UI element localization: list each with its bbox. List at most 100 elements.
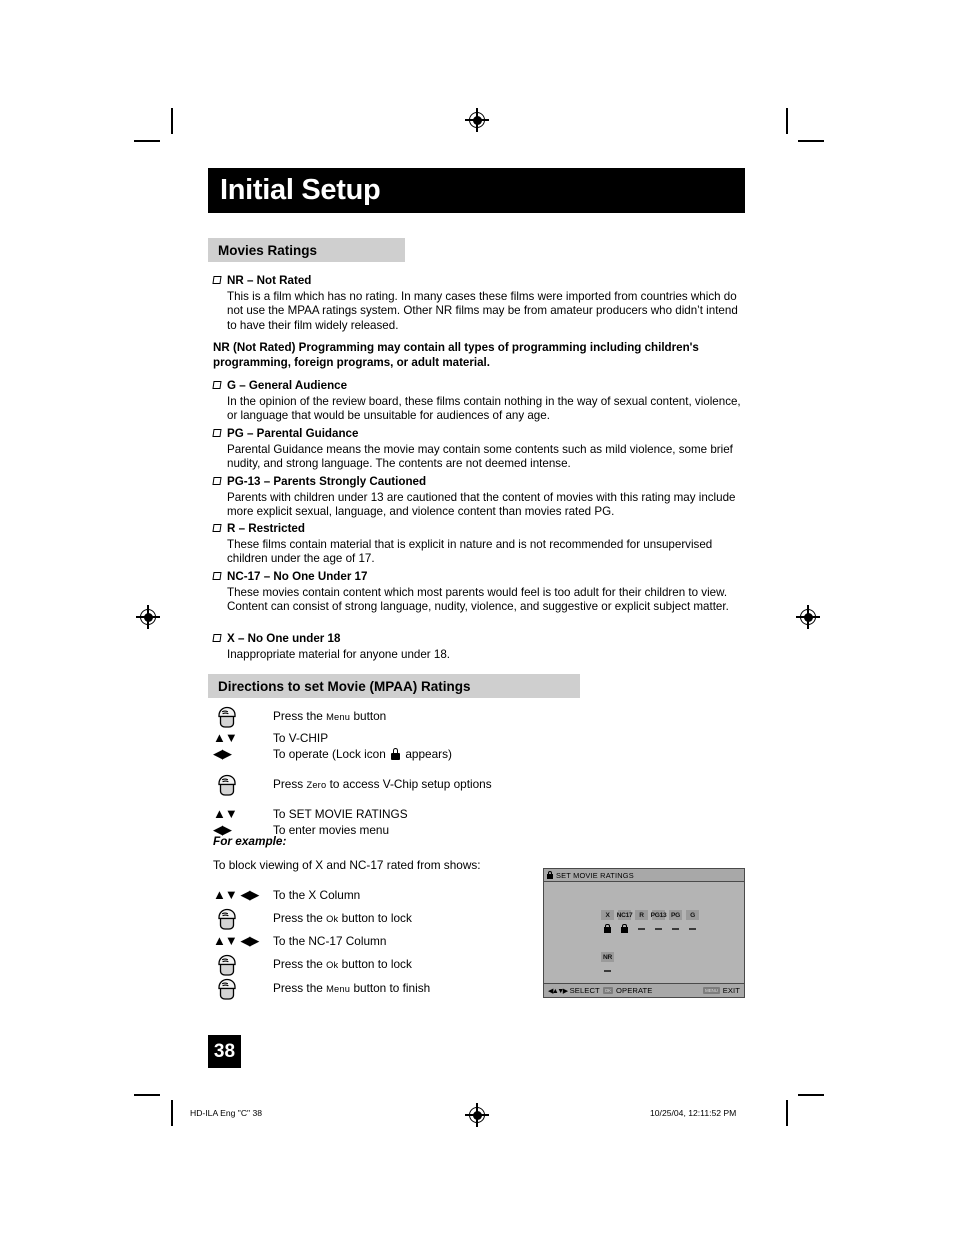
direction-row-press-menu: Press the Menu button [213, 703, 643, 731]
osd-title-text: SET MOVIE RATINGS [556, 870, 634, 880]
rating-title-text: R – Restricted [227, 522, 305, 535]
osd-state-pg[interactable] [669, 923, 682, 934]
direction-text: To V-CHIP [273, 731, 329, 745]
crop-mark-top-left-h [134, 140, 160, 142]
triangle-up-icon: ▲ [213, 887, 226, 902]
direction-text-post: to access V-Chip setup options [326, 777, 492, 791]
triangle-down-icon: ▼ [224, 806, 238, 821]
rating-item-title: NC-17 – No One Under 17 [212, 570, 742, 585]
rating-item-title: X – No One under 18 [212, 632, 742, 647]
rating-item-x: X – No One under 18 Inappropriate materi… [212, 632, 742, 662]
osd-body: X NC17 R PG13 PG G NR [544, 882, 744, 983]
osd-rating-columns-row: X NC17 R PG13 PG G [601, 910, 699, 920]
triangle-right-icon: ▶ [249, 887, 259, 902]
lock-icon [547, 871, 553, 879]
osd-footer-select-label: SELECT [569, 986, 600, 995]
osd-state-g[interactable] [686, 923, 699, 934]
lock-icon [604, 924, 611, 933]
hand-press-icon [213, 771, 241, 799]
triangle-right-icon: ▶ [249, 933, 259, 948]
rating-item-title: R – Restricted [212, 522, 742, 537]
direction-text-pre: Press the [273, 709, 327, 723]
crop-mark-top-right-v [786, 108, 788, 134]
lock-icon [621, 924, 628, 933]
direction-row-to-vchip: ▲▼ To V-CHIP [213, 731, 643, 747]
rating-item-body: Parents with children under 13 are cauti… [227, 490, 736, 519]
bullet-square-icon [212, 429, 222, 437]
osd-rating-cell-x[interactable]: X [601, 910, 614, 920]
rating-item-pg13: PG-13 – Parents Strongly Cautioned Paren… [212, 475, 745, 520]
bullet-square-icon [212, 524, 222, 532]
osd-rating-cell-g[interactable]: G [686, 910, 699, 920]
crop-mark-bottom-left-v [171, 1100, 173, 1126]
crop-mark-top-left-v [171, 108, 173, 134]
footer-left-text: HD-ILA Eng "C" 38 [190, 1108, 263, 1118]
triangle-left-icon: ◀ [213, 746, 223, 761]
hand-press-icon [213, 703, 241, 731]
ok-button-glyph: OK [602, 987, 614, 994]
four-way-nav-icon: ◀▲▼▶ [548, 987, 568, 995]
page-title: Initial Setup [220, 173, 381, 206]
dash-icon [689, 927, 696, 930]
rating-title-text: NR – Not Rated [227, 274, 312, 287]
osd-state-r[interactable] [635, 923, 648, 934]
direction-text-smallcaps: Menu [326, 712, 351, 722]
osd-rating-cell-pg[interactable]: PG [669, 910, 682, 920]
directions-list: Press the Menu button ▲▼ To V-CHIP ◀▶ To… [213, 703, 643, 839]
rating-title-text: X – No One under 18 [227, 632, 341, 645]
rating-title-text: G – General Audience [227, 379, 348, 392]
example-step-to-nc17-column: ▲▼ ◀▶ To the NC-17 Column [213, 932, 543, 954]
rating-item-title: G – General Audience [212, 379, 742, 394]
dash-icon [655, 927, 662, 930]
osd-footer-select: ◀▲▼▶ SELECT OK OPERATE [548, 986, 652, 995]
rating-item-g: G – General Audience In the opinion of t… [212, 379, 742, 424]
direction-text-post: appears) [402, 747, 452, 761]
osd-state-pg13[interactable] [652, 923, 665, 934]
direction-text: To operate (Lock icon appears) [273, 747, 452, 761]
direction-text-smallcaps: Zero [306, 780, 327, 790]
section-header-movies-ratings: Movies Ratings [208, 238, 405, 262]
hand-press-icon [213, 905, 241, 933]
dash-icon [604, 969, 611, 972]
osd-rating-cell-nc17[interactable]: NC17 [617, 910, 633, 920]
crop-mark-bottom-right-h [798, 1094, 824, 1096]
section-header-directions: Directions to set Movie (MPAA) Ratings [208, 674, 580, 698]
osd-rating-cell-nr[interactable]: NR [601, 952, 614, 962]
example-step-text-pre: Press the [273, 957, 327, 971]
lock-icon [391, 748, 401, 760]
four-way-arrows-icon: ▲▼ ◀▶ [213, 887, 259, 905]
example-step-text-pre: Press the [273, 981, 327, 995]
osd-state-x[interactable] [601, 923, 614, 934]
rating-item-title: NR – Not Rated [212, 274, 742, 289]
triangle-down-icon: ▼ [224, 730, 238, 745]
example-step-text-post: button to lock [338, 957, 412, 971]
four-way-arrows-icon: ▲▼ ◀▶ [213, 933, 259, 951]
registration-mark-top [465, 108, 489, 132]
direction-text: Press Zero to access V-Chip setup option… [273, 777, 492, 791]
osd-rating-cell-pg13[interactable]: PG13 [651, 910, 667, 920]
direction-text: To SET MOVIE RATINGS [273, 807, 408, 821]
osd-title-bar: SET MOVIE RATINGS [544, 869, 744, 882]
osd-rating-cell-r[interactable]: R [635, 910, 648, 920]
example-step-text-smallcaps: Menu [326, 984, 351, 994]
example-step-text: Press the Ok button to lock [273, 911, 412, 925]
triangle-down-icon: ▼ [224, 933, 238, 948]
direction-text-pre: To operate (Lock icon [273, 747, 390, 761]
rating-item-body: These movies contain content which most … [227, 585, 729, 614]
example-steps-list: ▲▼ ◀▶ To the X Column Press the Ok butto… [213, 886, 543, 1002]
registration-mark-right [796, 605, 820, 629]
osd-footer-bar: ◀▲▼▶ SELECT OK OPERATE MENU EXIT [544, 983, 744, 997]
osd-footer-operate-label: OPERATE [616, 986, 653, 995]
registration-mark-bottom [465, 1103, 489, 1127]
direction-row-set-movie-ratings: ▲▼ To SET MOVIE RATINGS [213, 807, 643, 823]
rating-item-body: Parental Guidance means the movie may co… [227, 442, 733, 471]
nr-programming-note: NR (Not Rated) Programming may contain a… [213, 341, 699, 369]
osd-state-nc17[interactable] [618, 923, 631, 934]
rating-item-body: Inappropriate material for anyone under … [227, 647, 450, 661]
crop-mark-top-right-h [798, 140, 824, 142]
osd-state-nr[interactable] [601, 965, 614, 976]
triangle-right-icon: ▶ [222, 746, 232, 761]
rating-item-body: These films contain material that is exp… [227, 537, 713, 566]
example-step-text: To the X Column [273, 888, 361, 902]
direction-text-pre: Press [273, 777, 307, 791]
